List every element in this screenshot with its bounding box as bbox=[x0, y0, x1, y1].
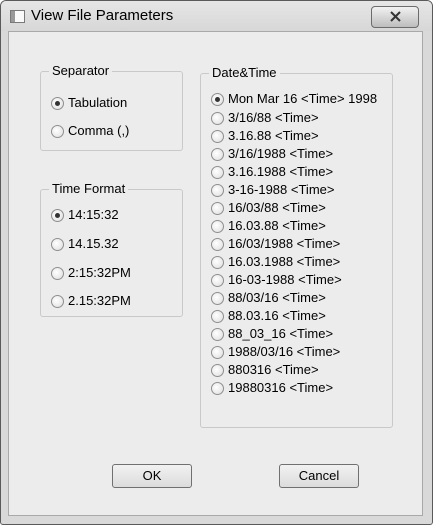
close-icon bbox=[389, 11, 401, 22]
option-label: 16.03.1988 <Time> bbox=[228, 254, 341, 269]
separator-group: Separator Tabulation Comma (,) bbox=[40, 63, 183, 151]
radio-icon bbox=[51, 125, 64, 138]
radio-icon bbox=[51, 267, 64, 280]
option-label: 3/16/1988 <Time> bbox=[228, 146, 334, 161]
radio-icon bbox=[211, 274, 224, 287]
radio-icon bbox=[51, 238, 64, 251]
time-format-group: Time Format 14:15:32 14.15.32 2:15:32PM … bbox=[40, 181, 183, 317]
radio-icon bbox=[211, 328, 224, 341]
option-label: 3/16/88 <Time> bbox=[228, 110, 319, 125]
option-label: 3-16-1988 <Time> bbox=[228, 182, 335, 197]
close-button[interactable] bbox=[371, 6, 419, 28]
radio-icon bbox=[211, 112, 224, 125]
option-label: 16/03/1988 <Time> bbox=[228, 236, 341, 251]
radio-icon bbox=[211, 166, 224, 179]
radio-icon bbox=[211, 256, 224, 269]
radio-icon bbox=[211, 238, 224, 251]
option-label: Tabulation bbox=[68, 95, 128, 110]
separator-group-title: Separator bbox=[49, 63, 113, 78]
radio-icon bbox=[211, 148, 224, 161]
title-bar: View File Parameters bbox=[1, 1, 432, 31]
radio-icon bbox=[211, 310, 224, 323]
option-label: Mon Mar 16 <Time> 1998 bbox=[228, 91, 378, 106]
radio-icon bbox=[211, 346, 224, 359]
option-label: 2.15:32PM bbox=[68, 293, 131, 308]
window-title: View File Parameters bbox=[31, 7, 174, 24]
date-time-group: Date&Time Mon Mar 16 <Time> 1998 3/16/88… bbox=[200, 65, 393, 428]
option-label: 16/03/88 <Time> bbox=[228, 200, 326, 215]
radio-icon bbox=[211, 364, 224, 377]
radio-icon bbox=[211, 220, 224, 233]
radio-icon bbox=[211, 382, 224, 395]
cancel-button[interactable]: Cancel bbox=[279, 464, 359, 488]
dialog-client-area: Separator Tabulation Comma (,) Time Form… bbox=[8, 31, 423, 516]
option-label: Comma (,) bbox=[68, 123, 130, 138]
radio-icon bbox=[211, 292, 224, 305]
radio-selected-icon bbox=[211, 93, 224, 106]
radio-selected-icon bbox=[51, 97, 64, 110]
option-label: 16-03-1988 <Time> bbox=[228, 272, 342, 287]
dialog-window: View File Parameters Separator Tabulatio… bbox=[0, 0, 433, 525]
option-label: 2:15:32PM bbox=[68, 265, 131, 280]
ok-button[interactable]: OK bbox=[112, 464, 192, 488]
option-label: 1988/03/16 <Time> bbox=[228, 344, 341, 359]
radio-icon bbox=[51, 295, 64, 308]
option-label: 3.16.1988 <Time> bbox=[228, 164, 334, 179]
option-label: 88_03_16 <Time> bbox=[228, 326, 334, 341]
option-label: 14:15:32 bbox=[68, 207, 119, 222]
option-label: 88/03/16 <Time> bbox=[228, 290, 326, 305]
radio-icon bbox=[211, 202, 224, 215]
radio-icon bbox=[211, 184, 224, 197]
time-format-group-title: Time Format bbox=[49, 181, 129, 196]
option-label: 14.15.32 bbox=[68, 236, 119, 251]
radio-selected-icon bbox=[51, 209, 64, 222]
option-label: 16.03.88 <Time> bbox=[228, 218, 326, 233]
option-label: 88.03.16 <Time> bbox=[228, 308, 326, 323]
option-label: 3.16.88 <Time> bbox=[228, 128, 319, 143]
window-icon bbox=[10, 10, 25, 23]
radio-icon bbox=[211, 130, 224, 143]
option-label: 880316 <Time> bbox=[228, 362, 319, 377]
option-label: 19880316 <Time> bbox=[228, 380, 334, 395]
date-time-group-title: Date&Time bbox=[209, 65, 280, 80]
